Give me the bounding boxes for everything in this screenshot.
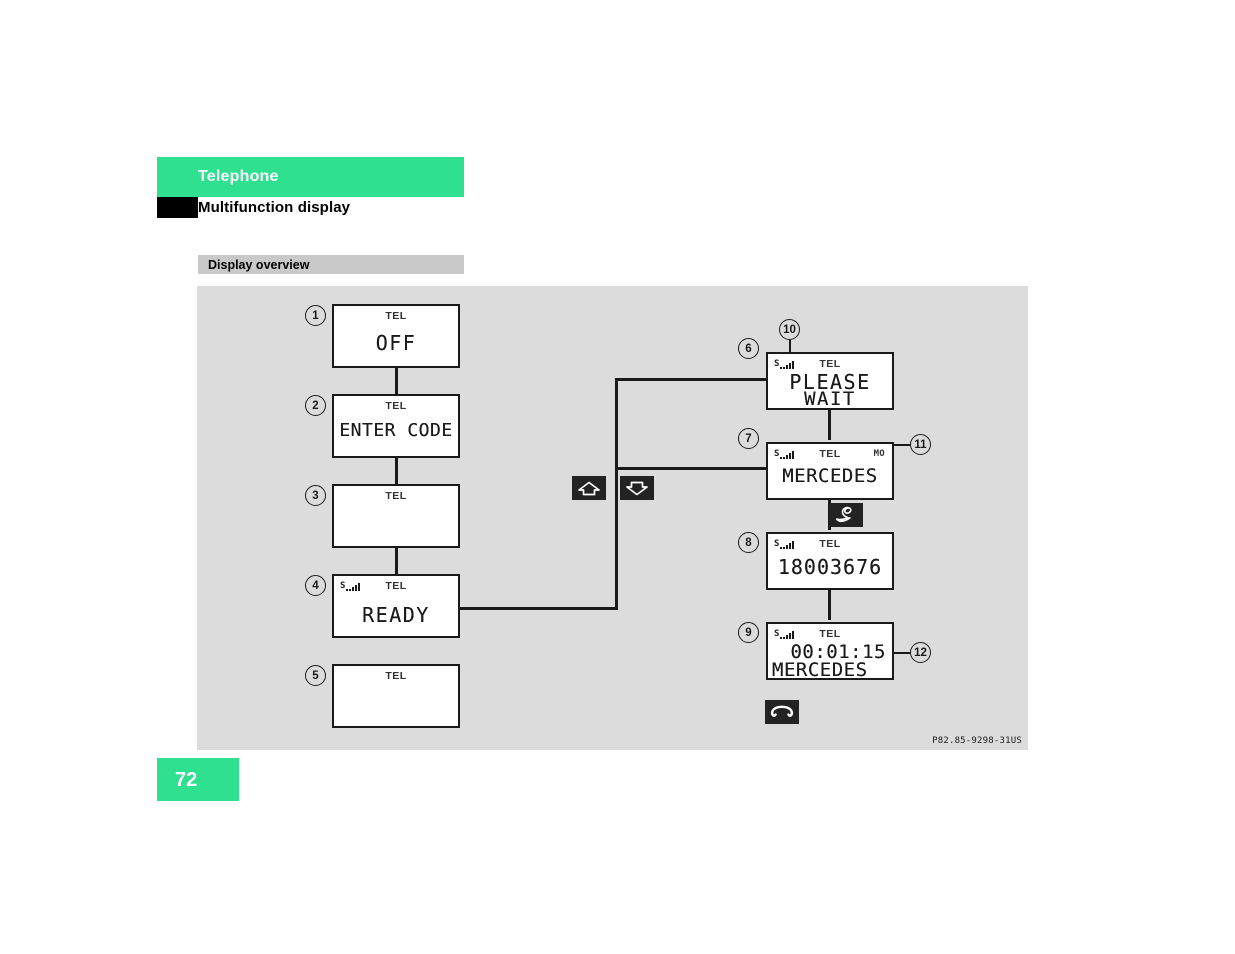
- display-4-ready: S TEL READY: [332, 574, 460, 638]
- display-line-1: READY: [362, 603, 430, 627]
- connector-4-bus-horizontal: [458, 607, 617, 610]
- display-line-1: OFF: [375, 331, 417, 355]
- callout-number: 11: [914, 438, 927, 451]
- connector-bus-to-6: [615, 378, 767, 381]
- connector-3-4: [395, 548, 398, 577]
- callout-9: 9: [738, 622, 759, 643]
- page-number-box: 72: [157, 758, 239, 801]
- callout-4: 4: [305, 575, 326, 596]
- callout-12: 12: [910, 642, 931, 663]
- down-arrow-key[interactable]: [620, 476, 654, 500]
- callout-number: 10: [783, 323, 796, 336]
- tel-label: TEL: [819, 358, 841, 370]
- tel-label: TEL: [819, 628, 841, 640]
- callout-number: 7: [745, 432, 752, 445]
- connector-8-9: [828, 590, 831, 620]
- connector-bus-to-7: [615, 467, 767, 470]
- arrow-down-icon: [626, 481, 648, 495]
- callout-number: 6: [745, 342, 752, 355]
- section-title: Multifunction display: [198, 199, 351, 216]
- callout-10: 10: [779, 319, 800, 340]
- connector-bus-vertical: [615, 378, 618, 610]
- callout-1: 1: [305, 305, 326, 326]
- section-marker-block: [157, 197, 198, 218]
- tel-label: TEL: [385, 580, 407, 592]
- callout-3: 3: [305, 485, 326, 506]
- connector-6-7: [828, 410, 831, 440]
- display-line-1: 18003676: [777, 555, 883, 579]
- figure-code: P82.85-9298-31US: [932, 736, 1022, 746]
- callout-number: 2: [312, 399, 319, 412]
- display-3-blank: TEL: [332, 484, 460, 548]
- display-overview-diagram: 1 TEL OFF 2 TEL ENTER CODE 3 TEL 4 S TEL…: [197, 286, 1028, 750]
- tel-label: TEL: [385, 400, 407, 412]
- callout-number: 9: [745, 626, 752, 639]
- up-arrow-key[interactable]: [572, 476, 606, 500]
- callout-7: 7: [738, 428, 759, 449]
- chapter-title: Telephone: [198, 168, 279, 185]
- display-2-enter-code: TEL ENTER CODE: [332, 394, 460, 458]
- display-7-mercedes: S TEL MO MERCEDES: [766, 442, 894, 500]
- callout-11: 11: [910, 434, 931, 455]
- display-8-phone-number: S TEL 18003676: [766, 532, 894, 590]
- display-6-please-wait: S TEL PLEASE WAIT: [766, 352, 894, 410]
- page-number: 72: [175, 769, 198, 791]
- callout-number: 8: [745, 536, 752, 549]
- arrow-up-icon: [578, 481, 600, 495]
- callout-6: 6: [738, 338, 759, 359]
- callout-number: 4: [312, 579, 319, 592]
- tel-label: TEL: [385, 670, 407, 682]
- handset-hangup-icon: [770, 705, 794, 717]
- callout-8: 8: [738, 532, 759, 553]
- accept-call-key[interactable]: [829, 503, 863, 527]
- subsection-bar: Display overview: [198, 255, 464, 274]
- callout-2: 2: [305, 395, 326, 416]
- display-line-1: ENTER CODE: [339, 420, 453, 441]
- callout-number: 5: [312, 669, 319, 682]
- handset-pickup-icon: [835, 506, 852, 523]
- connector-1-2: [395, 368, 398, 397]
- display-line-2: MERCEDES: [772, 659, 868, 681]
- callout-number: 1: [312, 309, 319, 322]
- connector-2-3: [395, 458, 398, 487]
- tel-label: TEL: [385, 310, 407, 322]
- display-line-2: WAIT: [804, 388, 856, 410]
- display-5-blank: TEL: [332, 664, 460, 728]
- end-call-key[interactable]: [765, 700, 799, 724]
- callout-number: 12: [914, 646, 927, 659]
- display-9-call-active: S TEL 00:01:15 MERCEDES: [766, 622, 894, 681]
- display-1-off: TEL OFF: [332, 304, 460, 368]
- tel-label: TEL: [819, 538, 841, 550]
- display-line-1: MERCEDES: [782, 465, 878, 487]
- callout-number: 3: [312, 489, 319, 502]
- subsection-label: Display overview: [208, 258, 310, 272]
- tel-label: TEL: [385, 490, 407, 502]
- mo-network-label: MO: [873, 449, 885, 459]
- callout-5: 5: [305, 665, 326, 686]
- chapter-header-bar: Telephone: [157, 157, 464, 197]
